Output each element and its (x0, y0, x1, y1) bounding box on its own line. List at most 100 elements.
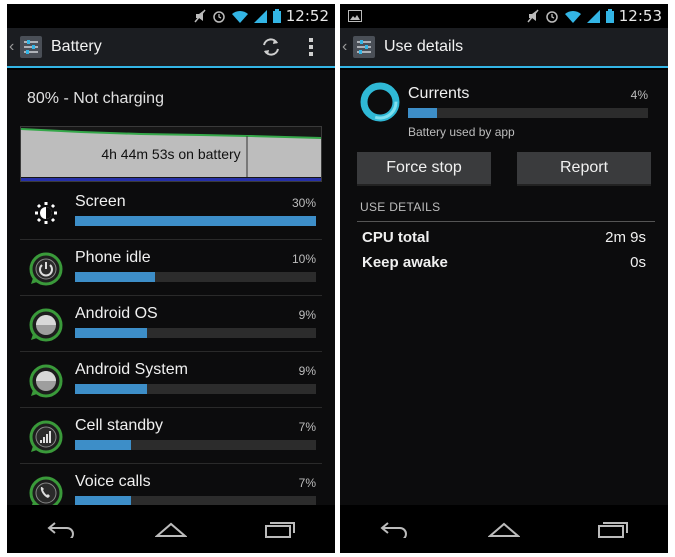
usage-bar (75, 384, 316, 394)
back-button[interactable] (32, 513, 92, 545)
usage-bar-fill (75, 328, 148, 338)
back-icon (47, 522, 74, 538)
up-chevron-icon[interactable]: ‹ (342, 39, 352, 55)
usage-bar-fill (75, 216, 316, 226)
usage-bar (75, 496, 316, 505)
use-details-screen: 12:53 ‹ Use details Currents 4% Battery … (340, 4, 668, 553)
battery-history-graph[interactable]: 4h 44m 53s on battery (20, 126, 322, 182)
up-chevron-icon[interactable]: ‹ (9, 39, 19, 55)
usage-bar (75, 272, 316, 282)
status-time: 12:53 (618, 7, 662, 25)
usage-label: Android System (75, 361, 188, 378)
app-usage-bar (408, 108, 648, 118)
battery-duration-label: 4h 44m 53s on battery (101, 146, 241, 162)
recent-apps-button[interactable] (250, 513, 310, 545)
usage-label: Cell standby (75, 417, 164, 434)
overflow-menu-icon (309, 38, 313, 56)
page-title: Use details (384, 38, 464, 55)
refresh-icon (263, 38, 279, 56)
wifi-icon (565, 10, 581, 23)
usage-label: Phone idle (75, 249, 151, 266)
recent-apps-button[interactable] (583, 513, 643, 545)
list-item[interactable]: Screen 30% (20, 184, 322, 240)
navigation-bar (7, 505, 335, 553)
detail-row-cpu: CPU total 2m 9s (362, 229, 646, 251)
settings-app-icon[interactable] (19, 35, 43, 59)
action-bar: ‹ Use details (340, 28, 668, 68)
home-button[interactable] (474, 513, 534, 545)
image-notification-icon (348, 10, 362, 22)
battery-icon (273, 9, 281, 23)
signal-icon (254, 9, 267, 23)
usage-list: Screen 30% Phone idle 10% Android OS 9% … (20, 184, 322, 505)
usage-bar-fill (75, 496, 132, 505)
list-item[interactable]: Phone idle 10% (20, 240, 322, 296)
status-time: 12:52 (285, 7, 329, 25)
charge-status: 80% - Not charging (27, 90, 164, 107)
list-item[interactable]: Voice calls 7% (20, 464, 322, 505)
alarm-icon (213, 11, 225, 23)
status-bar: 12:53 (340, 4, 668, 28)
status-icons (527, 9, 614, 23)
currents-app-icon (360, 82, 400, 122)
recent-apps-icon (265, 522, 296, 538)
usage-label: Voice calls (75, 473, 151, 490)
status-bar: 12:52 (7, 4, 335, 28)
usage-label: Android OS (75, 305, 158, 322)
report-button[interactable]: Report (517, 152, 651, 186)
usage-bar (75, 328, 316, 338)
page-title: Battery (51, 38, 102, 55)
action-bar: ‹ Battery (7, 28, 335, 68)
alarm-icon (546, 11, 558, 23)
section-header: USE DETAILS (357, 200, 655, 222)
usage-bar-fill (75, 272, 156, 282)
settings-app-icon[interactable] (352, 35, 376, 59)
usage-percent: 9% (298, 364, 316, 378)
usage-percent: 10% (291, 252, 316, 266)
cell-signal-icon (29, 420, 63, 454)
usage-bar-fill (75, 440, 132, 450)
recent-apps-icon (598, 522, 629, 538)
android-system-icon (29, 364, 63, 398)
home-button[interactable] (141, 513, 201, 545)
home-icon (487, 522, 520, 537)
mute-icon (194, 9, 206, 23)
overflow-menu-button[interactable] (295, 31, 327, 63)
detail-row-keep-awake: Keep awake 0s (362, 254, 646, 276)
list-item[interactable]: Android OS 9% (20, 296, 322, 352)
detail-label: CPU total (362, 229, 430, 246)
detail-label: Keep awake (362, 254, 448, 271)
power-icon (29, 252, 63, 286)
usage-percent: 7% (298, 476, 316, 490)
details-content: Currents 4% Battery used by app Force st… (340, 70, 668, 505)
battery-icon (606, 9, 614, 23)
usage-bar (75, 216, 316, 226)
detail-value: 0s (630, 254, 646, 271)
signal-icon (587, 9, 600, 23)
force-stop-button[interactable]: Force stop (357, 152, 491, 186)
app-subtitle: Battery used by app (408, 125, 515, 139)
status-icons (194, 9, 281, 23)
usage-percent: 30% (291, 196, 316, 210)
brightness-icon (35, 202, 57, 224)
app-usage-bar-fill (408, 108, 437, 118)
usage-percent: 9% (298, 308, 316, 322)
navigation-bar (340, 505, 668, 553)
detail-value: 2m 9s (605, 229, 646, 246)
list-item[interactable]: Android System 9% (20, 352, 322, 408)
battery-content: 80% - Not charging 4h 44m 53s on battery (7, 70, 335, 505)
wifi-icon (232, 10, 248, 23)
back-button[interactable] (365, 513, 425, 545)
battery-screen: 12:52 ‹ Battery 80% - Not charging 4h 44… (7, 4, 335, 553)
home-icon (154, 522, 187, 537)
refresh-button[interactable] (255, 31, 287, 63)
usage-bar-fill (75, 384, 148, 394)
usage-bar (75, 440, 316, 450)
usage-label: Screen (75, 193, 126, 210)
back-icon (380, 522, 407, 538)
list-item[interactable]: Cell standby 7% (20, 408, 322, 464)
app-name: Currents (408, 85, 470, 102)
usage-percent: 7% (298, 420, 316, 434)
android-os-icon (29, 308, 63, 342)
mute-icon (527, 9, 539, 23)
